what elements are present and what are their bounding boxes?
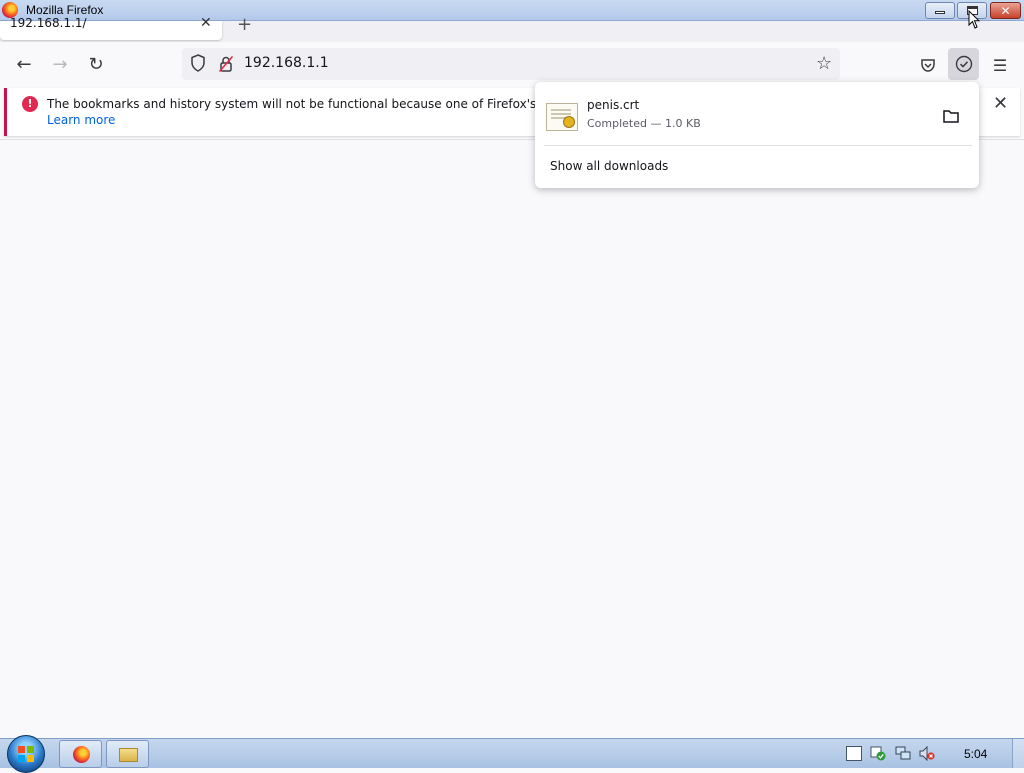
window-title: Mozilla Firefox [26, 3, 104, 17]
panel-separator [544, 145, 972, 146]
download-complete-icon [955, 55, 972, 73]
firefox-icon [73, 746, 90, 763]
tracking-shield-icon[interactable] [190, 54, 206, 72]
taskbar-clock[interactable]: 5:04 [964, 747, 987, 761]
close-icon: ✕ [1000, 3, 1011, 18]
reload-button[interactable]: ↻ [82, 52, 110, 76]
minimize-button[interactable] [925, 2, 955, 19]
tray-volume-muted-icon[interactable] [919, 746, 935, 761]
url-bar[interactable]: 192.168.1.1 ☆ [182, 48, 840, 80]
tab-strip: 192.168.1.1/ ✕ + [0, 14, 1024, 42]
tray-network-icon[interactable] [895, 746, 911, 761]
back-button[interactable]: ← [10, 52, 38, 76]
download-status: Completed — 1.0 KB [587, 117, 701, 130]
windows-logo-icon [18, 746, 34, 762]
tray-action-center-icon[interactable] [870, 746, 886, 761]
taskbar: 5:04 [0, 735, 1024, 773]
downloads-button[interactable] [948, 48, 979, 80]
mouse-cursor-icon [968, 10, 980, 29]
page-content[interactable] [0, 140, 1024, 738]
download-filename: penis.crt [587, 98, 640, 112]
pocket-icon [921, 59, 935, 72]
bookmark-star-icon[interactable]: ☆ [816, 53, 832, 74]
close-window-button[interactable]: ✕ [990, 2, 1021, 19]
learn-more-link[interactable]: Learn more [47, 113, 115, 127]
new-tab-icon[interactable]: + [237, 14, 252, 35]
error-icon: ! [22, 96, 38, 112]
navigation-toolbar: ← → ↻ 192.168.1.1 ☆ ☰ [0, 42, 1024, 86]
notification-message: The bookmarks and history system will no… [47, 97, 611, 111]
insecure-lock-icon[interactable] [218, 55, 234, 73]
minimize-icon [935, 11, 945, 14]
show-desktop-button[interactable] [1012, 739, 1024, 768]
tray-document-icon[interactable] [846, 746, 862, 761]
downloads-panel: penis.crt Completed — 1.0 KB Show all do… [535, 82, 979, 188]
open-folder-icon[interactable] [940, 106, 962, 126]
tab-close-icon[interactable]: ✕ [200, 15, 212, 31]
window-title-bar[interactable]: Mozilla Firefox ✕ [0, 0, 1024, 21]
pocket-button[interactable] [913, 50, 943, 80]
show-all-downloads-button[interactable]: Show all downloads [550, 159, 668, 173]
certificate-file-icon [546, 103, 578, 131]
folder-icon [119, 748, 138, 762]
start-button[interactable] [7, 735, 45, 773]
notification-close-icon[interactable]: ✕ [993, 93, 1008, 114]
tab-active[interactable]: 192.168.1.1/ ✕ [0, 15, 222, 40]
tab-title: 192.168.1.1/ [10, 16, 87, 30]
app-menu-button[interactable]: ☰ [985, 50, 1015, 80]
forward-button[interactable]: → [46, 52, 74, 76]
taskbar-firefox[interactable] [59, 740, 102, 768]
taskbar-explorer[interactable] [106, 740, 149, 768]
url-text[interactable]: 192.168.1.1 [244, 55, 329, 71]
